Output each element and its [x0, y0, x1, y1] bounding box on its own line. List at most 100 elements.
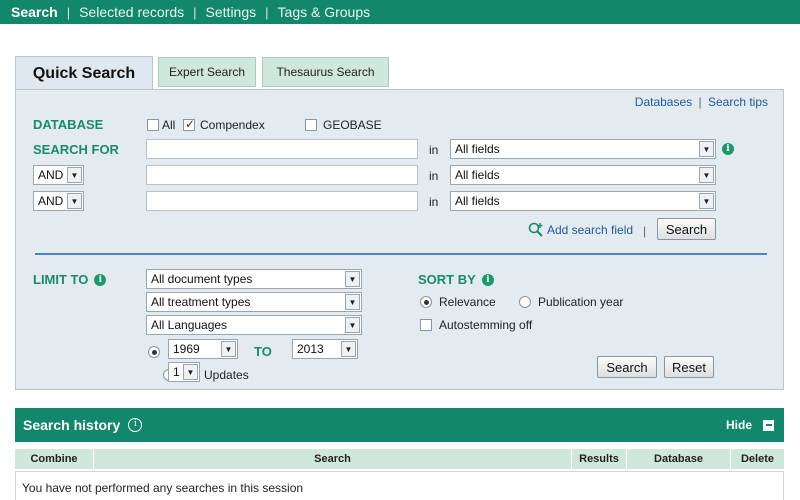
sort-relevance-radio[interactable]: [420, 296, 432, 308]
nav-search[interactable]: Search: [11, 4, 58, 20]
chevron-down-icon: ▼: [345, 271, 360, 287]
top-nav: Search | Selected records | Settings | T…: [0, 0, 800, 24]
section-divider: [35, 253, 767, 255]
info-icon[interactable]: i: [94, 273, 107, 286]
limit-to-label: LIMIT TO: [33, 272, 89, 287]
updates-label: Updates: [204, 368, 249, 382]
operator-select-3[interactable]: AND ▼: [33, 191, 84, 211]
updates-value: 1: [173, 365, 180, 379]
operator-value: AND: [38, 168, 64, 182]
chevron-down-icon: ▼: [699, 193, 714, 209]
nav-selected-records[interactable]: Selected records: [79, 4, 184, 20]
database-all-option[interactable]: All: [147, 118, 175, 132]
nav-settings[interactable]: Settings: [206, 4, 257, 20]
info-icon[interactable]: i: [722, 143, 734, 155]
search-button[interactable]: Search: [597, 356, 657, 378]
history-empty-message: You have not performed any searches in t…: [15, 471, 784, 500]
chevron-down-icon: ▼: [67, 167, 82, 183]
year-from-select[interactable]: 1969 ▼: [168, 339, 238, 359]
add-field-icon: [528, 222, 543, 237]
search-tips-link[interactable]: Search tips: [708, 95, 768, 109]
treatment-type-value: All treatment types: [151, 295, 251, 309]
year-to-select[interactable]: 2013 ▼: [292, 339, 358, 359]
database-geobase-checkbox[interactable]: [305, 119, 317, 131]
language-select[interactable]: All Languages ▼: [146, 315, 362, 335]
nav-separator: |: [193, 4, 197, 20]
operator-select-2[interactable]: AND ▼: [33, 165, 84, 185]
sort-by-heading: SORT BY i: [418, 272, 494, 287]
search-term-input-1[interactable]: [146, 139, 418, 159]
sort-relevance-option[interactable]: Relevance: [420, 295, 496, 309]
chevron-down-icon: ▼: [341, 341, 356, 357]
document-type-value: All document types: [151, 272, 253, 286]
field-select-value: All fields: [455, 142, 500, 156]
hide-history-link[interactable]: Hide: [726, 418, 752, 432]
in-label: in: [429, 143, 439, 157]
treatment-type-select[interactable]: All treatment types ▼: [146, 292, 362, 312]
field-select-3[interactable]: All fields ▼: [450, 191, 716, 211]
tab-quick-search[interactable]: Quick Search: [15, 56, 153, 90]
autostemming-checkbox[interactable]: [420, 319, 432, 331]
field-select-2[interactable]: All fields ▼: [450, 165, 716, 185]
chevron-down-icon: ▼: [221, 341, 236, 357]
nav-separator: |: [265, 4, 269, 20]
collapse-icon[interactable]: [763, 419, 774, 431]
search-term-input-3[interactable]: [146, 191, 418, 211]
tab-thesaurus-search[interactable]: Thesaurus Search: [262, 57, 389, 87]
help-links: Databases | Search tips: [635, 95, 768, 109]
database-all-label: All: [162, 118, 176, 132]
search-for-label: SEARCH FOR: [33, 142, 119, 157]
search-history-header: Search history i Hide: [15, 408, 784, 442]
field-select-value: All fields: [455, 194, 500, 208]
add-search-field-label: Add search field: [547, 223, 634, 237]
in-label: in: [429, 195, 439, 209]
add-search-field-link[interactable]: Add search field: [528, 222, 633, 238]
chevron-down-icon: ▼: [345, 317, 360, 333]
database-compendex-option[interactable]: Compendex: [183, 117, 265, 132]
language-value: All Languages: [151, 318, 228, 332]
databases-link[interactable]: Databases: [635, 95, 692, 109]
document-type-select[interactable]: All document types ▼: [146, 269, 362, 289]
database-compendex-checkbox[interactable]: [183, 117, 195, 131]
nav-tags-groups[interactable]: Tags & Groups: [278, 4, 371, 20]
reset-button[interactable]: Reset: [664, 356, 714, 378]
in-label: in: [429, 169, 439, 183]
column-header-results: Results: [572, 449, 627, 469]
chevron-down-icon: ▼: [183, 364, 198, 380]
updates-select[interactable]: 1 ▼: [168, 362, 200, 382]
database-compendex-label: Compendex: [200, 118, 265, 132]
limit-to-heading: LIMIT TO i: [33, 272, 107, 287]
database-geobase-option[interactable]: GEOBASE: [305, 118, 382, 132]
sort-publication-year-label: Publication year: [538, 295, 624, 309]
year-range-radio[interactable]: [148, 345, 160, 358]
column-header-search: Search: [94, 449, 572, 469]
column-header-delete: Delete: [740, 453, 775, 465]
year-to-label: TO: [254, 344, 272, 359]
chevron-down-icon: ▼: [345, 294, 360, 310]
search-term-input-2[interactable]: [146, 165, 418, 185]
year-to-value: 2013: [297, 342, 324, 356]
database-all-checkbox[interactable]: [147, 119, 159, 131]
links-separator: |: [698, 95, 702, 109]
year-from-value: 1969: [173, 342, 200, 356]
info-icon[interactable]: i: [481, 273, 494, 286]
nav-separator: |: [66, 4, 71, 20]
autostemming-label: Autostemming off: [439, 318, 533, 332]
info-icon[interactable]: i: [128, 418, 143, 432]
search-button-top[interactable]: Search: [657, 218, 716, 240]
field-select-1[interactable]: All fields ▼: [450, 139, 716, 159]
sort-relevance-label: Relevance: [439, 295, 496, 309]
chevron-down-icon: ▼: [699, 141, 714, 157]
column-header-combine: Combine: [15, 449, 94, 469]
history-table-header: Combine Search Results Database Delete: [15, 449, 784, 469]
sort-publication-year-option[interactable]: Publication year: [519, 295, 623, 309]
sort-publication-year-radio[interactable]: [519, 296, 531, 308]
field-select-value: All fields: [455, 168, 500, 182]
sort-by-label: SORT BY: [418, 272, 476, 287]
add-field-separator: |: [643, 224, 647, 238]
tab-expert-search[interactable]: Expert Search: [158, 57, 256, 87]
autostemming-option[interactable]: Autostemming off: [420, 318, 532, 332]
database-geobase-label: GEOBASE: [323, 118, 382, 132]
column-header-database: Database: [627, 449, 731, 469]
quick-search-panel: Databases | Search tips DATABASE All Com…: [15, 89, 784, 390]
